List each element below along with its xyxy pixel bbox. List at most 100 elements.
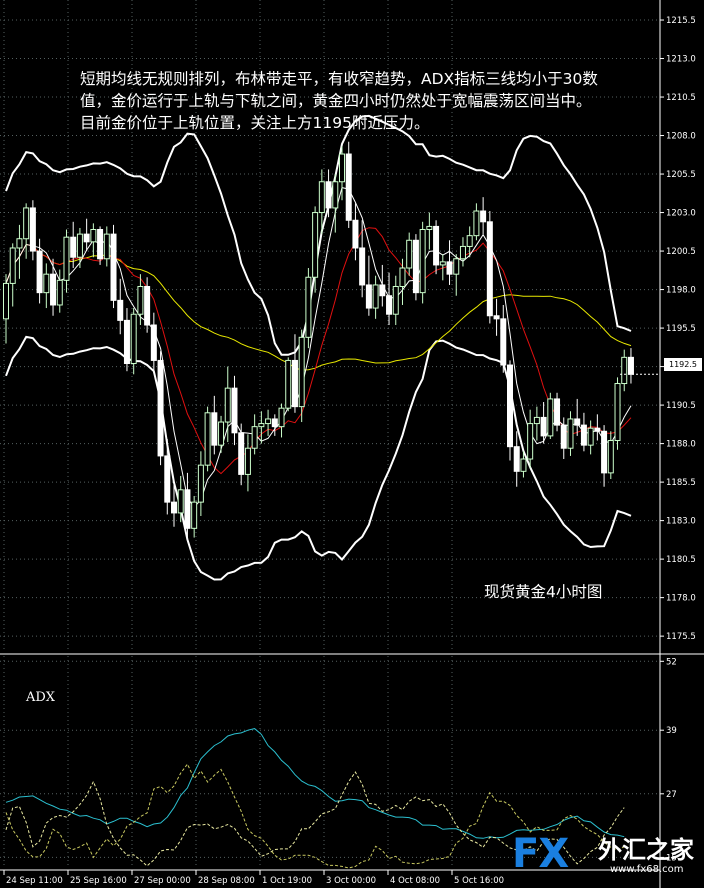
candle-body	[63, 236, 70, 281]
candle	[419, 221, 426, 304]
candle	[372, 275, 379, 319]
candle-body	[426, 225, 433, 231]
candle	[587, 420, 594, 455]
candle-body	[123, 319, 130, 365]
candle	[513, 431, 520, 487]
candle-body	[110, 233, 117, 301]
candle	[76, 227, 83, 269]
candle	[345, 141, 352, 228]
candle	[218, 415, 225, 453]
candle-body	[218, 421, 225, 446]
candle-body	[144, 285, 151, 326]
candle	[365, 255, 372, 316]
adx-tick-label: 39	[666, 726, 677, 736]
candle	[83, 218, 90, 252]
candle	[43, 263, 50, 309]
candle-body	[197, 464, 204, 503]
candle-body	[238, 432, 245, 475]
candle	[493, 298, 500, 336]
candle-body	[36, 250, 43, 294]
candle-body	[567, 418, 574, 449]
candle	[23, 203, 30, 259]
candle	[480, 197, 487, 235]
price-tick-label: 1200.5	[666, 247, 696, 257]
candle-body	[607, 440, 614, 474]
candle-body	[486, 221, 493, 317]
candle-body	[305, 276, 312, 338]
candle-body	[459, 245, 466, 260]
candle-body	[278, 407, 285, 428]
candle	[412, 234, 419, 301]
candle-body	[83, 233, 90, 243]
candle-body	[574, 418, 581, 426]
analysis-annotation: 短期均线无规则排列，布林带走平，有收窄趋势，ADX指标三线均小于30数值，金价运…	[80, 70, 598, 132]
price-tick-label: 1175.5	[666, 632, 696, 642]
candle	[137, 274, 144, 325]
candle	[500, 304, 507, 373]
candle-body	[157, 359, 164, 457]
time-tick-label: 4 Oct 08:00	[390, 876, 440, 886]
candle-body	[386, 295, 393, 315]
adx-tick-label: 52	[666, 657, 677, 667]
candle-body	[285, 359, 292, 409]
logo-fx-text: FX	[512, 831, 569, 877]
adx-tick-label: 27	[666, 790, 677, 800]
candle-body	[56, 279, 63, 306]
price-tick-label: 1203.0	[666, 209, 696, 219]
candle	[399, 258, 406, 305]
candle	[305, 268, 312, 349]
price-tick-label: 1178.0	[666, 594, 696, 604]
candle	[150, 312, 157, 373]
candle-body	[493, 315, 500, 320]
candle-body	[258, 423, 265, 428]
price-tick-label: 1208.0	[666, 132, 696, 142]
candle-body	[224, 387, 231, 423]
candle	[533, 406, 540, 441]
candle-body	[325, 181, 332, 209]
candle	[621, 349, 628, 392]
candle-body	[627, 356, 634, 375]
candle	[9, 243, 16, 307]
candle-body	[614, 383, 621, 442]
candle-body	[554, 398, 561, 426]
candle	[627, 348, 634, 384]
bollinger-bands	[5, 114, 632, 581]
time-tick-label: 5 Oct 16:00	[454, 876, 504, 886]
bollinger-lower-band	[5, 335, 632, 581]
candle-body	[177, 489, 184, 514]
candle-body	[345, 153, 352, 221]
candle	[123, 308, 130, 372]
candle-body	[533, 416, 540, 425]
candle-body	[70, 236, 77, 258]
candle	[386, 272, 393, 325]
candle	[50, 258, 57, 316]
candle	[473, 203, 480, 241]
candle	[574, 398, 581, 436]
candle-body	[399, 267, 406, 287]
price-tick-label: 1180.5	[666, 555, 696, 565]
candle-body	[500, 318, 507, 366]
candle	[567, 411, 574, 456]
candle	[29, 200, 36, 261]
chart-caption: 现货黄金4小时图	[484, 583, 603, 601]
price-tick-label: 1210.5	[666, 93, 696, 103]
candle	[197, 451, 204, 516]
candle	[547, 392, 554, 439]
candle	[291, 334, 298, 413]
candle-body	[23, 207, 30, 240]
candle	[204, 406, 211, 472]
candle-body	[271, 418, 278, 428]
candle-body	[16, 238, 23, 249]
candle	[554, 392, 561, 432]
candle-body	[439, 261, 446, 266]
candle	[184, 472, 191, 538]
candle-body	[298, 336, 305, 408]
candle	[271, 414, 278, 436]
candle	[406, 232, 413, 276]
candle-body	[291, 359, 298, 408]
candle-body	[352, 219, 359, 249]
fx68-logo: FX 外汇之家 www.fx68.com	[512, 832, 700, 880]
candle	[459, 237, 466, 267]
candle-body	[594, 427, 601, 432]
candle-body	[50, 273, 57, 306]
